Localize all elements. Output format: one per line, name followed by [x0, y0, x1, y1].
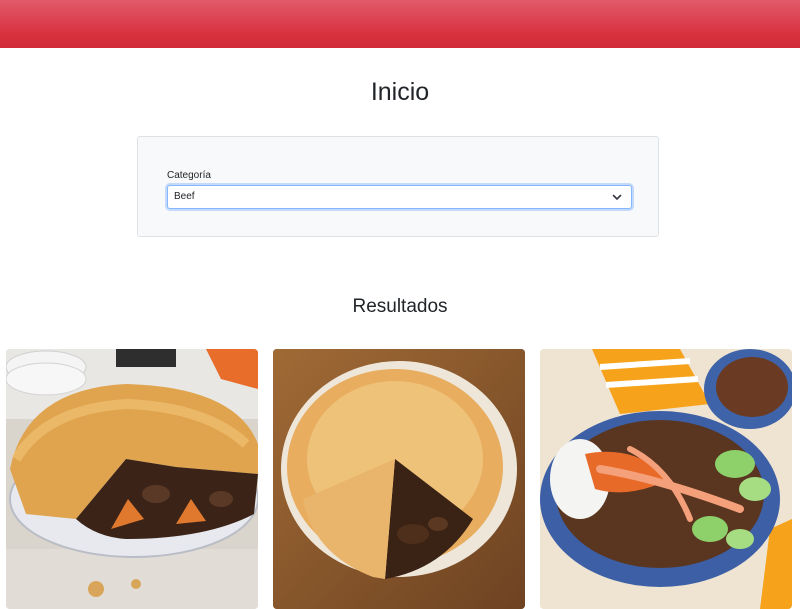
category-label: Categoría: [167, 170, 211, 181]
chevron-down-icon: [612, 194, 622, 200]
beef-rice-bowl-photo: [540, 349, 792, 609]
category-select[interactable]: Beef: [167, 185, 632, 209]
result-card[interactable]: [273, 349, 525, 609]
beef-pie-photo: [273, 349, 525, 609]
result-card[interactable]: [540, 349, 792, 609]
steak-pie-photo: [6, 349, 258, 609]
filter-card: Categoría Beef: [137, 136, 659, 237]
top-navbar: [0, 0, 800, 48]
page-title: Inicio: [370, 78, 430, 106]
result-card[interactable]: [6, 349, 258, 609]
category-select-value: Beef: [174, 191, 195, 202]
results-title: Resultados: [352, 296, 448, 317]
